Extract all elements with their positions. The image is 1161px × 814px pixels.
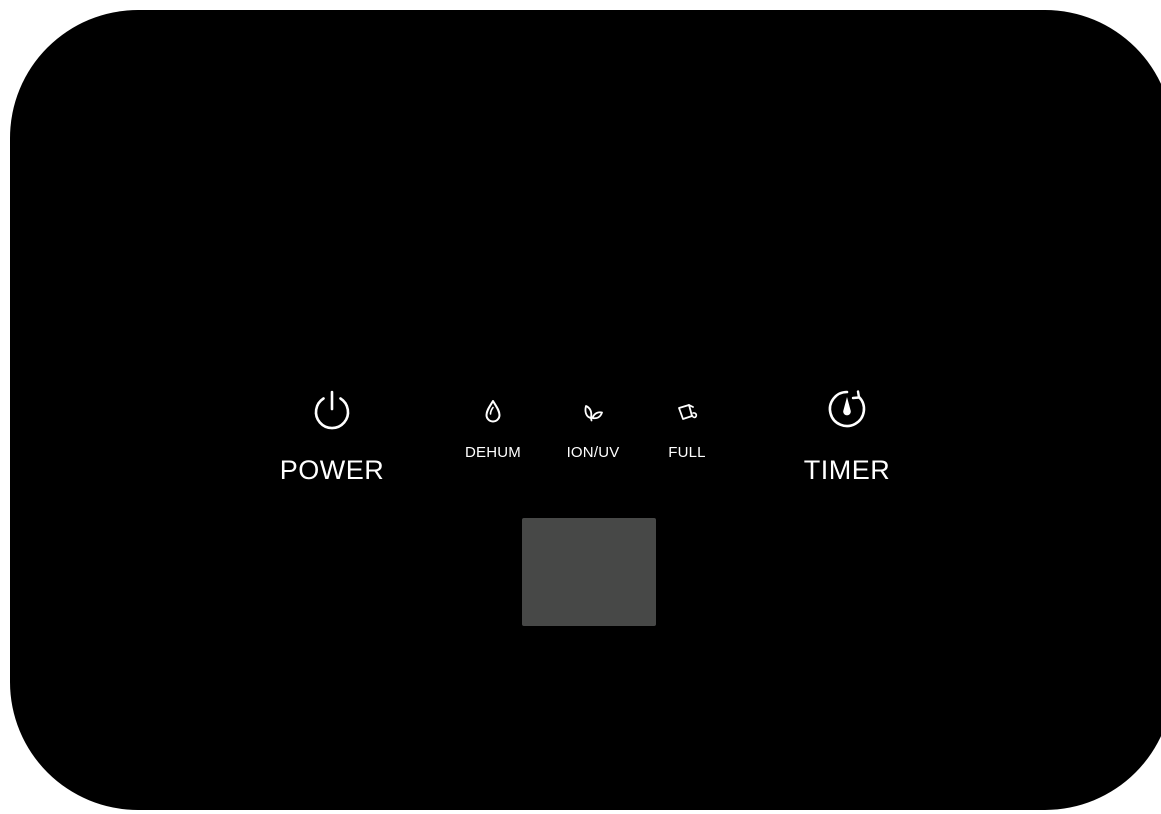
dehum-label: DEHUM xyxy=(465,444,521,461)
power-icon xyxy=(314,390,350,430)
ion-uv-label: ION/UV xyxy=(566,444,620,461)
power-button[interactable]: POWER xyxy=(280,389,384,486)
full-label: FULL xyxy=(668,444,706,461)
timer-button[interactable]: TIMER xyxy=(797,387,897,486)
water-drop-icon xyxy=(485,400,501,423)
digital-display xyxy=(522,518,656,626)
full-indicator: FULL xyxy=(650,397,724,461)
power-label: POWER xyxy=(279,455,385,485)
timer-icon xyxy=(828,390,866,428)
bucket-icon xyxy=(678,404,698,420)
leaf-icon xyxy=(584,405,603,422)
timer-label: TIMER xyxy=(803,455,891,485)
dehum-indicator: DEHUM xyxy=(456,397,530,461)
ion-uv-indicator: ION/UV xyxy=(556,397,630,461)
